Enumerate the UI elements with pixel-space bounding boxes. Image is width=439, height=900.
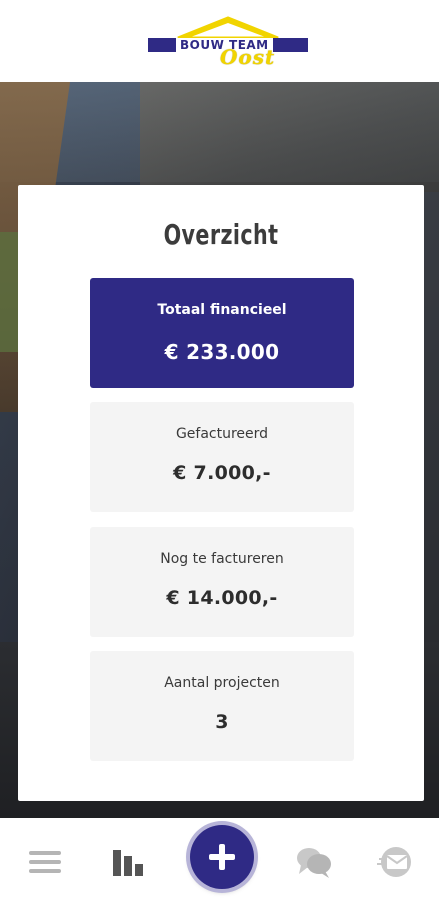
stat-value: 3: [215, 711, 229, 733]
stat-total-financial[interactable]: Totaal financieel € 233.000: [90, 278, 354, 388]
app-header: BOUW TEAM Oost: [0, 0, 439, 82]
stat-label: Nog te factureren: [160, 551, 284, 567]
mail-button[interactable]: [376, 842, 416, 882]
stat-value: € 233.000: [164, 340, 280, 364]
overview-card: Overzicht Totaal financieel € 233.000 Ge…: [18, 185, 424, 801]
stat-project-count[interactable]: Aantal projecten 3: [90, 651, 354, 761]
stat-value: € 7.000,-: [173, 462, 271, 484]
menu-icon: [29, 851, 61, 873]
bar-chart-icon: [113, 850, 143, 876]
mail-icon: [377, 847, 411, 877]
logo-script-text: Oost: [220, 45, 276, 69]
plus-icon: [209, 844, 235, 870]
bouwteam-oost-logo: BOUW TEAM Oost: [148, 14, 308, 70]
hero-roof-panel: [140, 82, 439, 192]
add-button[interactable]: [190, 825, 254, 889]
statistics-button[interactable]: [109, 842, 149, 882]
stat-label: Gefactureerd: [175, 426, 269, 442]
stat-invoiced[interactable]: Gefactureerd € 7.000,-: [90, 402, 354, 512]
stat-value: € 14.000,-: [166, 587, 278, 609]
menu-button[interactable]: [25, 842, 65, 882]
bottom-navigation: [0, 818, 439, 900]
page-title: Overzicht: [163, 218, 279, 251]
stat-label: Totaal financieel: [157, 302, 287, 318]
chat-icon: [297, 848, 331, 878]
chat-button[interactable]: [294, 842, 334, 882]
stat-to-invoice[interactable]: Nog te factureren € 14.000,-: [90, 527, 354, 637]
stat-label: Aantal projecten: [164, 675, 280, 691]
